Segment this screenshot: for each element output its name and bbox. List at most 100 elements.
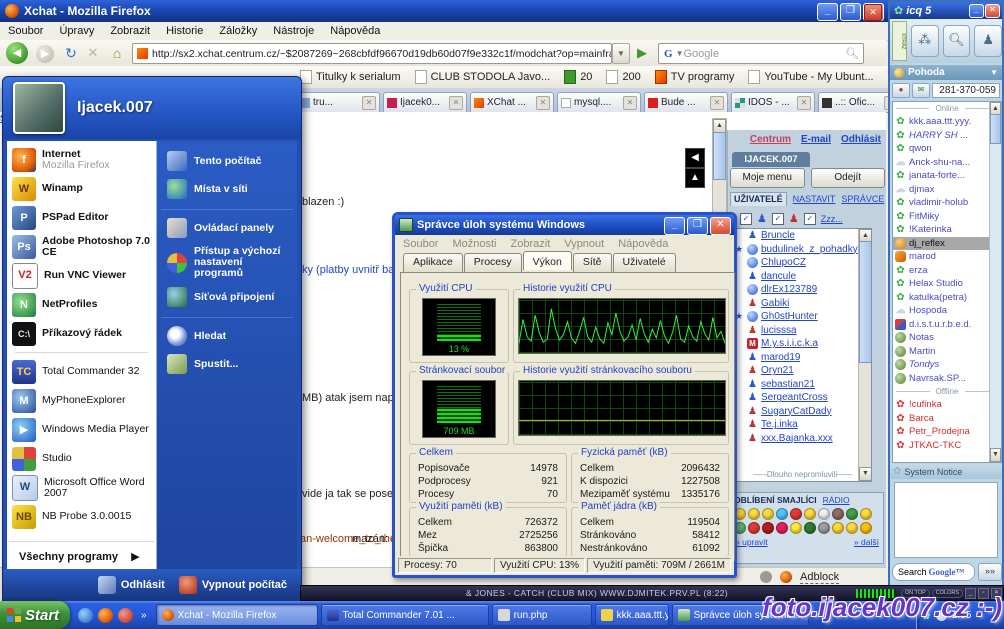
- zzz-link[interactable]: Zzz...: [821, 214, 843, 224]
- logoff-button[interactable]: Odhlásit: [98, 576, 165, 594]
- search-button[interactable]: 🔍︎: [943, 25, 971, 57]
- contact-row[interactable]: dj_reflex: [893, 237, 1001, 251]
- home-button[interactable]: ⌂: [108, 44, 126, 62]
- scroll-down-icon[interactable]: ▼: [859, 467, 872, 481]
- close-button[interactable]: ✕: [985, 4, 1000, 18]
- start-menu-place-item[interactable]: Síťová připojení: [161, 283, 293, 311]
- user-name[interactable]: marod19: [761, 352, 800, 363]
- contact-row[interactable]: janata-forte...: [893, 169, 1001, 183]
- url-text[interactable]: http://sx2.xchat.centrum.cz/~$2087269~26…: [152, 48, 612, 60]
- tab-close-icon[interactable]: ✕: [449, 96, 463, 110]
- tab-close-icon[interactable]: ✕: [623, 96, 637, 110]
- contact-row[interactable]: kkk.aaa.ttt.yyy.: [893, 115, 1001, 129]
- contact-row[interactable]: JTKAC-TKC: [893, 439, 1001, 453]
- menu-item[interactable]: Soubor: [8, 25, 43, 37]
- contact-row[interactable]: Barca »: [893, 412, 1001, 426]
- contact-name[interactable]: Anck-shu-na...: [909, 157, 996, 168]
- chevron-icon[interactable]: »: [141, 610, 147, 621]
- contact-name[interactable]: janata-forte...: [909, 170, 996, 181]
- bookmark-item[interactable]: 20: [564, 70, 592, 84]
- user-row[interactable]: Gabiki: [733, 297, 871, 311]
- user-row[interactable]: ChlupoCZ: [733, 256, 871, 270]
- user-name[interactable]: lucisssa: [761, 325, 797, 336]
- menu-item[interactable]: Zobrazit: [110, 25, 150, 37]
- webchat-tab[interactable]: UŽIVATELÉ: [730, 192, 787, 206]
- smiley-icon[interactable]: [846, 508, 858, 520]
- contact-row[interactable]: vladimir-holub: [893, 196, 1001, 210]
- contacts-button[interactable]: ⁂: [911, 25, 939, 57]
- taskman-titlebar[interactable]: Správce úloh systému Windows _ ❐ ✕: [395, 215, 734, 235]
- firefox-status-icon[interactable]: [780, 571, 792, 583]
- contact-row[interactable]: katulka(petra) »: [893, 291, 1001, 305]
- start-menu-place-item[interactable]: Přístup a výchozí nastavení programů: [161, 242, 293, 283]
- user-name[interactable]: Gh0stHunter: [761, 311, 818, 322]
- maximize-button[interactable]: ❐: [687, 217, 708, 235]
- contact-row[interactable]: Hospoda »: [893, 304, 1001, 318]
- checkbox-female[interactable]: ✓: [772, 213, 784, 225]
- taskbar-window-button[interactable]: kkk.aaa.ttt.yyy. - Mess...: [595, 604, 669, 626]
- user-name[interactable]: dancule: [761, 271, 796, 282]
- checkbox-zzz[interactable]: ✓: [804, 213, 816, 225]
- start-menu-item[interactable]: C:\ Příkazový řádek: [9, 319, 154, 348]
- user-row[interactable]: Oryn21: [733, 364, 871, 378]
- menu-item[interactable]: Záložky: [219, 25, 257, 37]
- browser-tab[interactable]: Bude ... ✕: [644, 92, 728, 112]
- start-menu-place-item[interactable]: Hledat: [161, 317, 293, 350]
- contact-name[interactable]: Petr_Prodejna: [909, 426, 996, 437]
- group-header[interactable]: Pohoda ▼: [890, 65, 1002, 80]
- user-row[interactable]: dlrEx123789: [733, 283, 871, 297]
- status-button[interactable]: ♟: [974, 25, 1002, 57]
- google-search-field[interactable]: Search Google™: [892, 563, 975, 581]
- user-row[interactable]: Te.j.inka: [733, 418, 871, 432]
- ie-quicklaunch-icon[interactable]: [78, 608, 93, 623]
- smiley-icon[interactable]: [860, 522, 872, 534]
- smiley-icon[interactable]: [860, 508, 872, 520]
- tab-close-icon[interactable]: ✕: [362, 96, 376, 110]
- shutdown-button[interactable]: Vypnout počítač: [179, 576, 287, 594]
- smiley-icon[interactable]: [818, 508, 830, 520]
- menu-item[interactable]: Nápověda: [618, 238, 668, 250]
- user-row[interactable]: lucisssa: [733, 324, 871, 338]
- taskbar-window-button[interactable]: Total Commander 7.01 ...: [321, 604, 489, 626]
- start-menu-item[interactable]: Studio: [9, 444, 154, 473]
- contact-name[interactable]: qwon: [909, 143, 992, 154]
- start-menu-item[interactable]: V2 Run VNC Viewer: [9, 261, 154, 290]
- menu-item[interactable]: Vypnout: [564, 238, 604, 250]
- xtraz-tab[interactable]: XTRAZ: [892, 21, 907, 61]
- contact-row[interactable]: djmax: [893, 183, 1001, 197]
- contact-name[interactable]: katulka(petra): [909, 292, 992, 303]
- search-bar[interactable]: G ▼ Google 🔍︎: [658, 43, 864, 64]
- smiley-tab[interactable]: RÁDIO: [823, 495, 850, 505]
- user-name[interactable]: Te.j.inka: [761, 419, 798, 430]
- contact-name[interactable]: Helax Studio: [909, 278, 996, 289]
- user-row[interactable]: dancule: [733, 270, 871, 284]
- bookmark-item[interactable]: 200: [606, 70, 640, 84]
- webchat-link[interactable]: E-mail: [801, 134, 831, 145]
- search-placeholder[interactable]: Google: [683, 48, 845, 60]
- contact-name[interactable]: Hospoda: [909, 305, 992, 316]
- webchat-link[interactable]: Centrum: [750, 134, 791, 145]
- online-header[interactable]: Online: [893, 102, 1001, 115]
- contact-name[interactable]: Navrsak.SP...: [909, 373, 992, 384]
- browser-tab[interactable]: Ijacek0... ✕: [383, 92, 467, 112]
- user-row[interactable]: Bruncle: [733, 229, 871, 243]
- smiley-icon[interactable]: [832, 508, 844, 520]
- contact-name[interactable]: HARRY SH ...: [909, 130, 996, 141]
- user-row[interactable]: sebastian21: [733, 378, 871, 392]
- menu-item[interactable]: Soubor: [403, 238, 438, 250]
- smiley-icon[interactable]: [776, 522, 788, 534]
- bookmark-item[interactable]: CLUB STODOLA Javo...: [415, 70, 551, 84]
- scroll-thumb[interactable]: [990, 114, 1001, 144]
- user-row[interactable]: SergeantCross: [733, 391, 871, 405]
- taskbar-window-button[interactable]: run.php: [492, 604, 592, 626]
- back-button[interactable]: ◀: [6, 42, 28, 64]
- url-bar[interactable]: http://sx2.xchat.centrum.cz/~$2087269~26…: [132, 43, 612, 64]
- smiley-icon[interactable]: [748, 522, 760, 534]
- scroll-up-icon[interactable]: ▲: [713, 119, 726, 133]
- contact-name[interactable]: erza: [909, 265, 996, 276]
- user-name[interactable]: SugaryCatDady: [761, 406, 832, 417]
- minimize-button[interactable]: _: [817, 3, 838, 21]
- adblock-status[interactable]: Adblock: [800, 571, 839, 584]
- start-menu-item[interactable]: f InternetMozilla Firefox: [9, 145, 154, 174]
- contact-name[interactable]: vladimir-holub: [909, 197, 996, 208]
